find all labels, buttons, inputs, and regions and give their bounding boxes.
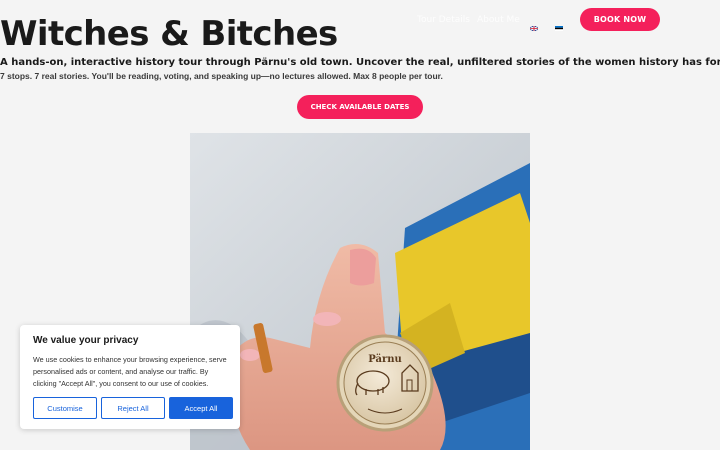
page: Tour Details About Me BOOK NOW Witches &… xyxy=(0,0,720,450)
page-title: Witches & Bitches xyxy=(0,14,338,54)
book-now-button[interactable]: BOOK NOW xyxy=(580,8,660,31)
hero-subtitle: A hands-on, interactive history tour thr… xyxy=(0,57,720,68)
estonian-flag-icon[interactable] xyxy=(555,18,563,31)
cookie-actions: Customise Reject All Accept All xyxy=(33,397,233,419)
reject-all-button[interactable]: Reject All xyxy=(101,397,165,419)
customise-button[interactable]: Customise xyxy=(33,397,97,419)
cookie-title: We value your privacy xyxy=(33,335,139,346)
cookie-consent-banner: We value your privacy We use cookies to … xyxy=(20,325,240,429)
hero-photo: Pärnu xyxy=(190,133,530,450)
hand-holding-coin-image: Pärnu xyxy=(190,133,530,450)
coin-text: Pärnu xyxy=(368,354,402,365)
cookie-body: We use cookies to enhance your browsing … xyxy=(33,355,227,388)
english-flag-icon[interactable] xyxy=(529,18,539,32)
accept-all-button[interactable]: Accept All xyxy=(169,397,233,419)
check-dates-button[interactable]: CHECK AVAILABLE DATES xyxy=(297,95,423,119)
nav-link-tour-details[interactable]: Tour Details xyxy=(417,15,470,25)
hero-subline: 7 stops. 7 real stories. You'll be readi… xyxy=(0,71,443,81)
nav-link-about-me[interactable]: About Me xyxy=(477,15,520,25)
